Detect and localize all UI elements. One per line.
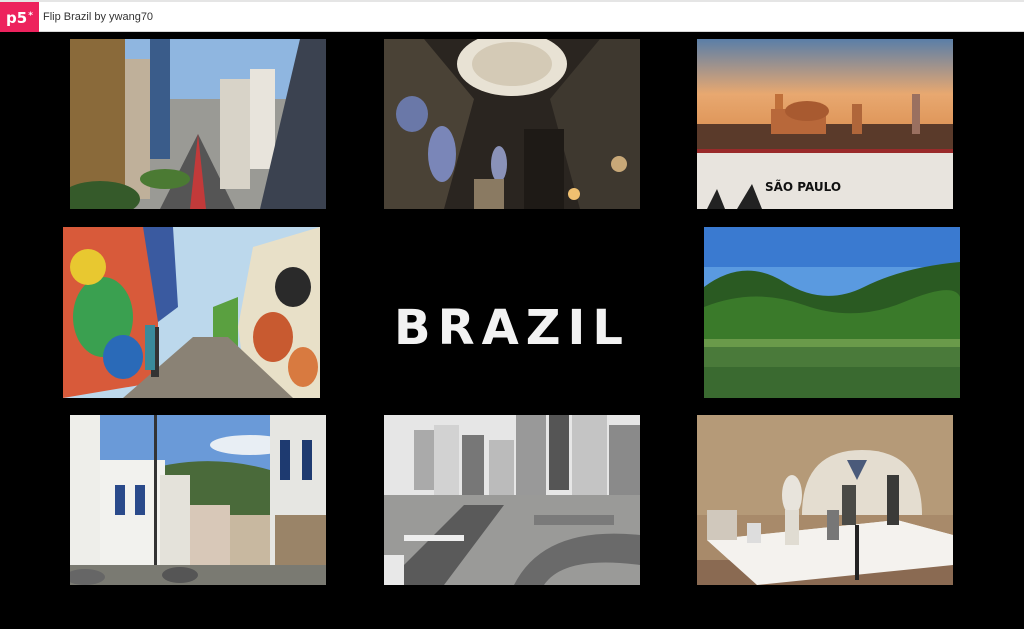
graffiti-alley-photo[interactable] [63, 227, 320, 398]
editor-header: p5 * Flip Brazil by ywang70 [0, 0, 1024, 33]
colonial-town-photo[interactable] [70, 415, 326, 585]
sao-paulo-sign-text: SÃO PAULO [765, 179, 841, 194]
p5-logo[interactable]: p5 * [0, 2, 39, 33]
brazil-title: BRAZIL [394, 300, 630, 356]
cathedral-interior-photo[interactable] [384, 39, 640, 209]
highway-interchange-photo[interactable] [384, 415, 640, 585]
sao-paulo-skyline-photo[interactable]: SÃO PAULO [697, 39, 953, 209]
sketch-title: Flip Brazil by ywang70 [43, 11, 154, 23]
sketch-canvas[interactable]: SÃO PAULO BRAZIL [0, 32, 1024, 629]
logo-mark: * [28, 10, 33, 21]
logo-text: p5 [6, 8, 28, 27]
city-avenue-photo[interactable] [70, 39, 326, 209]
sculpture-gallery-photo[interactable] [697, 415, 953, 585]
tropical-lake-photo[interactable] [704, 227, 960, 398]
